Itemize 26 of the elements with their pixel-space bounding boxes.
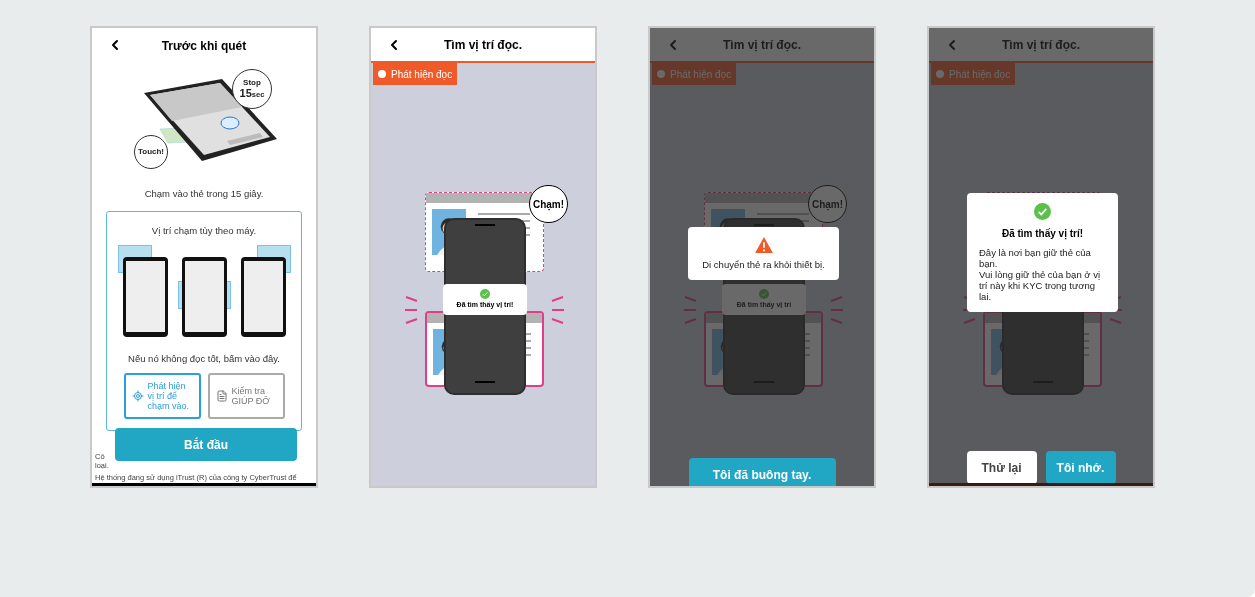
option-button[interactable]: Phát hiện vị trí để chạm vào. (123, 372, 201, 419)
check-circle-icon (480, 288, 490, 299)
dialog-message: Vui lòng giữ thẻ của bạn ở vị trí này khi KYC trong tương lai. (979, 269, 1102, 302)
option-button[interactable]: Kiểm tra GIÚP ĐỠ (207, 372, 285, 419)
locate-icon (131, 389, 144, 402)
dialog-message: Di chuyển thẻ ra khỏi thiết bị. (702, 259, 825, 270)
bubble-text: Stop (243, 78, 261, 88)
instruction-text: Chạm vào thẻ trong 15 giây. (143, 187, 265, 201)
warning-icon (754, 237, 773, 253)
screen-title: Tìm vị trí đọc. (444, 36, 522, 54)
action-button[interactable]: Thử lại (966, 451, 1037, 484)
action-button[interactable]: Tôi nhớ. (1045, 451, 1116, 484)
screen-title: Trước khi quét (161, 37, 247, 55)
panel-hint: Nếu nó không đọc tốt, bấm vào đây. (128, 351, 280, 366)
panel-title: Vị trí chạm tùy theo máy. (151, 224, 257, 239)
dialog-title: Đã tìm thấy vị trí! (1001, 227, 1084, 241)
speech-bubble: Chạm! (529, 185, 568, 223)
start-button[interactable]: Bắt đầu (115, 428, 297, 461)
screen-title: Tìm vị trí đọc. (1002, 36, 1080, 54)
document-icon (215, 389, 228, 402)
dialog-message: Đây là nơi bạn giữ thẻ của bạn. (979, 247, 1092, 269)
screen-title: Tìm vị trí đọc. (723, 36, 801, 54)
action-button[interactable]: Tôi đã buông tay. (688, 458, 836, 486)
check-circle-icon (1034, 203, 1051, 220)
status-label: Phát hiện đọc (391, 67, 453, 82)
speech-bubble: Touch! (134, 135, 168, 169)
